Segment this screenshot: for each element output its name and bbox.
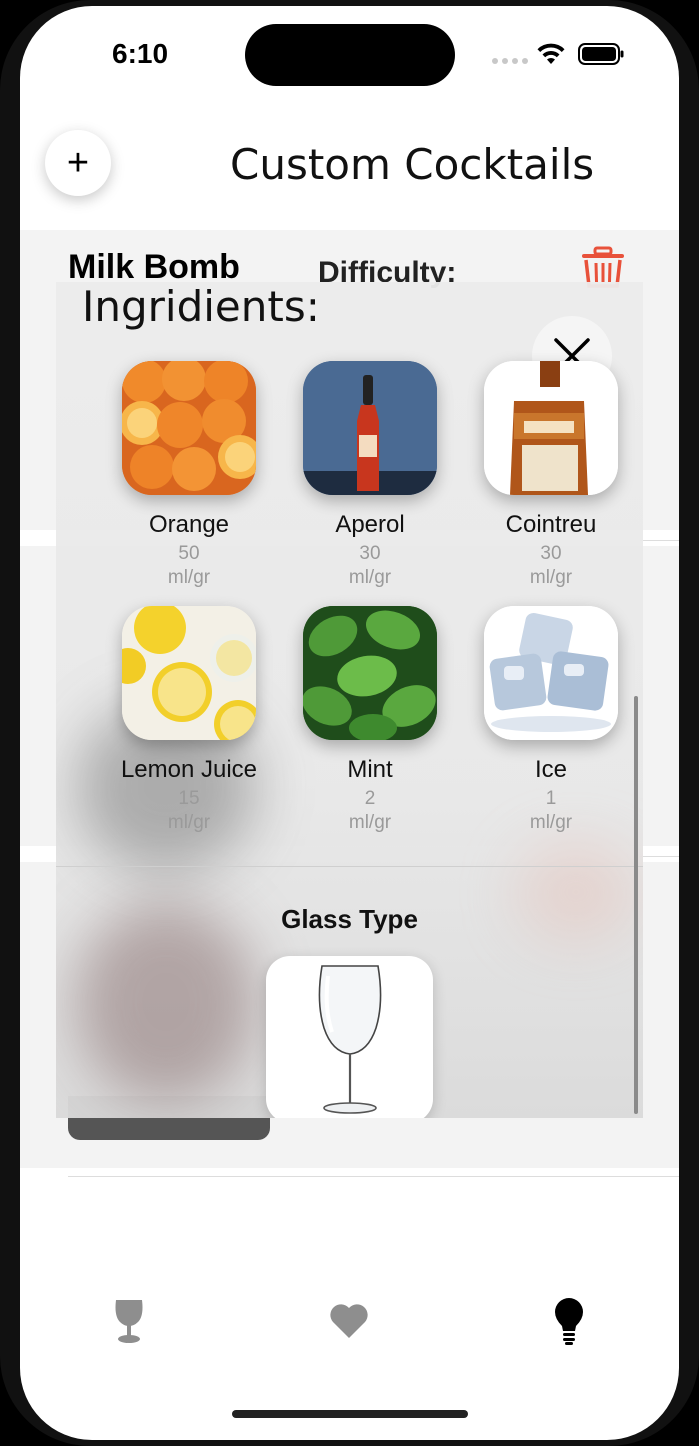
ingredient-amount: 50: [178, 543, 200, 564]
ingredient-unit: ml/gr: [167, 567, 211, 588]
tab-favorites[interactable]: [329, 1296, 369, 1346]
ingredient-unit: ml/gr: [167, 812, 211, 833]
ingredients-sheet: Ingridients: Orange 50 ml/gr Aperol 30 m…: [56, 282, 643, 1118]
app-screen: 6:10 + Custom Cocktails Milk Bomb Diffic…: [20, 6, 679, 1440]
tab-cocktails[interactable]: [109, 1296, 149, 1346]
home-indicator[interactable]: [232, 1410, 468, 1418]
ingredient-amount: 15: [178, 788, 200, 809]
wifi-icon: [537, 43, 565, 64]
divider: [640, 540, 679, 541]
signal-icon: [492, 58, 528, 64]
scrollbar[interactable]: [634, 696, 638, 1114]
lemon-image: [122, 606, 256, 740]
ingredient-amount: 1: [545, 788, 557, 809]
ingredient-unit: ml/gr: [348, 812, 392, 833]
ice-image: [484, 606, 618, 740]
divider: [56, 866, 643, 867]
heart-icon: [330, 1304, 368, 1338]
wine-glass-icon: [115, 1300, 143, 1343]
device-frame: 6:10 + Custom Cocktails Milk Bomb Diffic…: [0, 0, 699, 1446]
ingredient-item[interactable]: Lemon Juice 15 ml/gr: [104, 606, 274, 834]
add-cocktail-button[interactable]: +: [45, 130, 111, 196]
glass-type-heading: Glass Type: [281, 904, 418, 934]
aperol-image: [303, 361, 437, 495]
ingredient-item[interactable]: Ice 1 ml/gr: [466, 606, 636, 834]
divider: [640, 856, 679, 857]
tab-custom[interactable]: [549, 1296, 589, 1346]
divider: [68, 1176, 679, 1177]
ingredient-amount: 2: [364, 788, 376, 809]
ingredient-unit: ml/gr: [348, 567, 392, 588]
wine-glass-image[interactable]: [266, 956, 433, 1118]
ingredient-item[interactable]: Orange 50 ml/gr: [104, 361, 274, 589]
ingredient-name: Lemon Juice: [120, 756, 258, 783]
ingredient-item[interactable]: Aperol 30 ml/gr: [285, 361, 455, 589]
ingredient-name: Aperol: [335, 511, 405, 538]
cointreau-image: [484, 361, 618, 495]
ingredients-title: Ingridients:: [82, 282, 320, 331]
dynamic-island: [245, 24, 455, 86]
ingredient-item[interactable]: Mint 2 ml/gr: [285, 606, 455, 834]
page-title: Custom Cocktails: [230, 140, 595, 189]
ingredient-name: Ice: [534, 756, 567, 783]
ingredient-amount: 30: [359, 543, 381, 564]
mint-image: [303, 606, 437, 740]
ingredient-name: Orange: [148, 511, 230, 538]
battery-icon: [578, 43, 624, 65]
orange-image: [122, 361, 256, 495]
ingredient-amount: 30: [540, 543, 562, 564]
status-time: 6:10: [112, 38, 169, 69]
ingredient-name: Mint: [347, 756, 393, 783]
ingredient-unit: ml/gr: [529, 567, 573, 588]
ingredient-unit: ml/gr: [529, 812, 573, 833]
ingredient-name: Cointreu: [505, 511, 597, 538]
ingredient-item[interactable]: Cointreu 30 ml/gr: [466, 361, 636, 589]
lightbulb-icon: [555, 1298, 583, 1345]
